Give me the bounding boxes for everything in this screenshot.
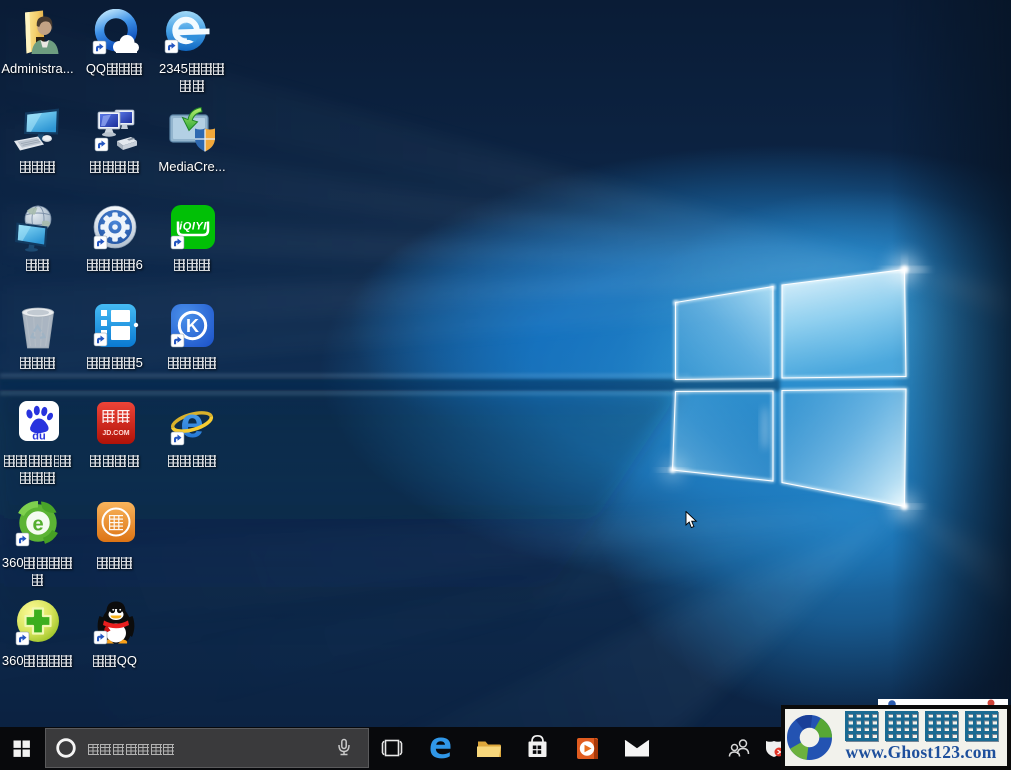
svg-text:du: du <box>32 431 45 443</box>
svg-text:JD.COM: JD.COM <box>102 430 129 437</box>
svg-text:e: e <box>32 514 43 536</box>
svg-text:K: K <box>186 316 199 336</box>
svg-text:iQIYI: iQIYI <box>179 221 207 233</box>
